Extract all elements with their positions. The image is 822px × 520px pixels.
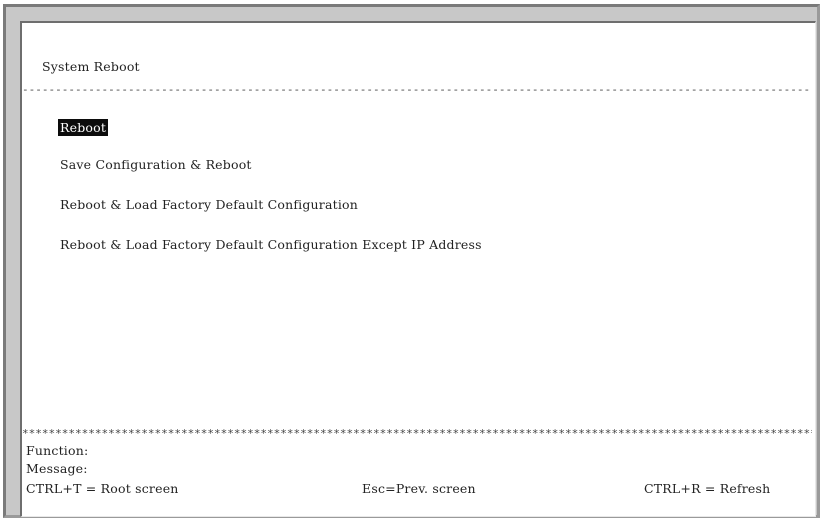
function-label: Function: (26, 443, 89, 458)
console-screen: System Reboot --------------------------… (20, 21, 816, 517)
title-separator: ----------------------------------------… (22, 83, 812, 96)
page-title: System Reboot (42, 59, 140, 74)
menu-item-reboot-factory-default-except-ip[interactable]: Reboot & Load Factory Default Configurat… (60, 237, 482, 252)
menu-item-reboot-factory-default[interactable]: Reboot & Load Factory Default Configurat… (60, 197, 358, 212)
status-separator: ****************************************… (22, 427, 812, 440)
prev-screen-hint[interactable]: Esc=Prev. screen (362, 481, 476, 496)
terminal-window-frame: System Reboot --------------------------… (3, 4, 820, 518)
root-screen-hint[interactable]: CTRL+T = Root screen (26, 481, 179, 496)
menu-item-save-config-reboot[interactable]: Save Configuration & Reboot (60, 157, 252, 172)
menu-item-reboot[interactable]: Reboot (58, 119, 109, 136)
refresh-hint[interactable]: CTRL+R = Refresh (644, 481, 770, 496)
message-label: Message: (26, 461, 88, 476)
